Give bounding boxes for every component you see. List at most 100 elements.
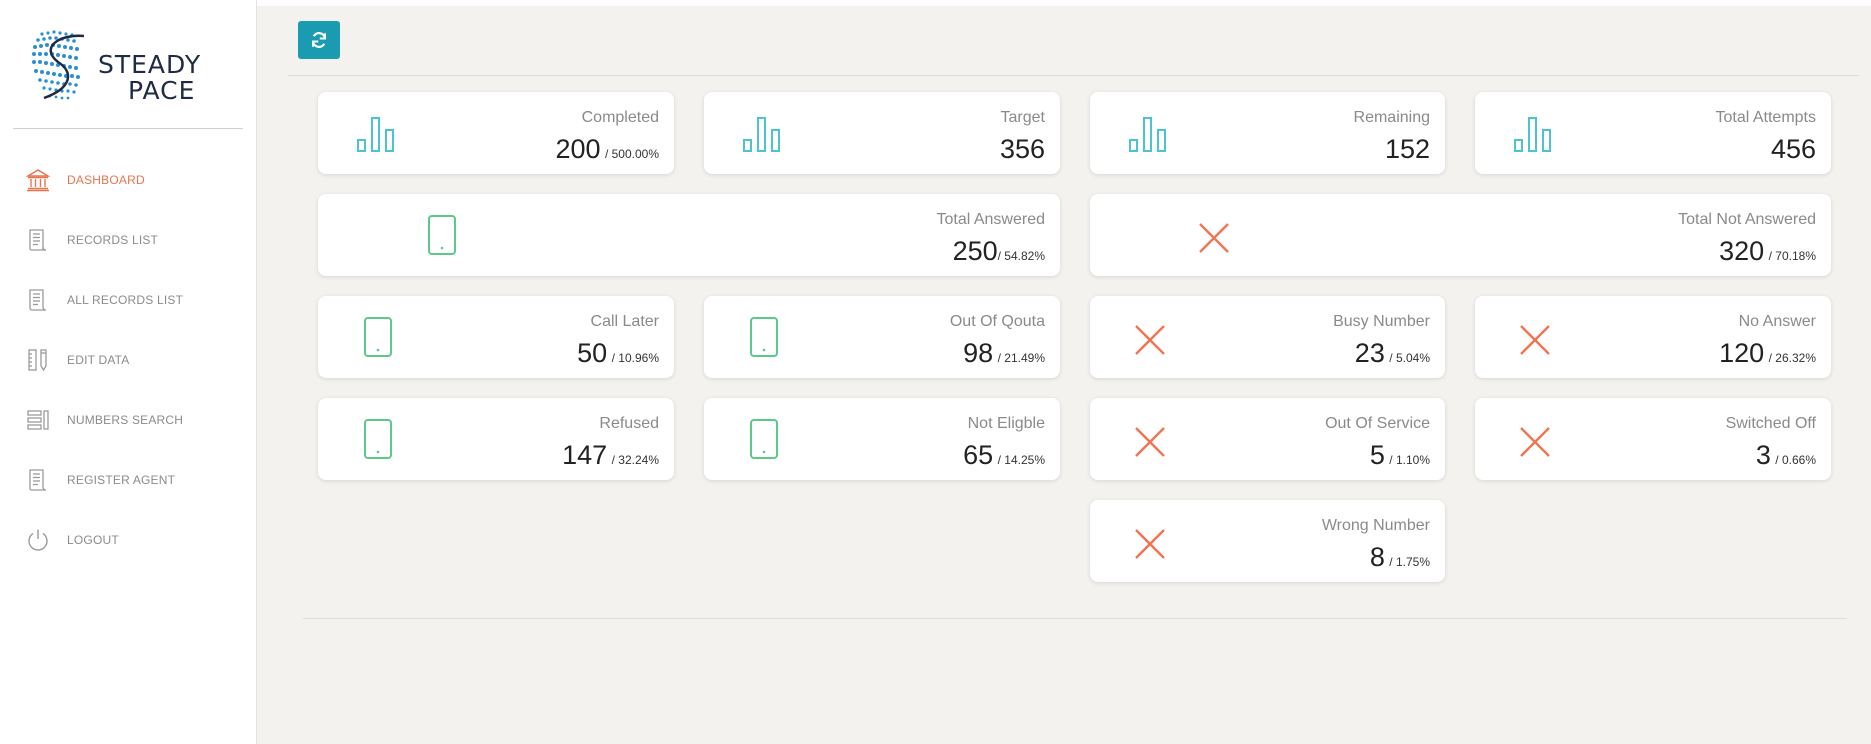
stat-title: Switched Off	[1725, 415, 1816, 432]
stat-value: 152	[1384, 134, 1430, 164]
stat-card-completed: Completed 200 / 500.00%	[318, 92, 674, 174]
stat-card-call-later: Call Later 50 / 10.96%	[318, 296, 674, 378]
close-x-icon	[1135, 325, 1165, 355]
close-x-icon	[1135, 529, 1165, 559]
stat-percent: / 10.96%	[611, 351, 659, 365]
document-icon	[25, 227, 51, 253]
stat-value: 3	[1755, 440, 1771, 470]
sidebar-item-label: NUMBERS SEARCH	[67, 413, 184, 427]
bank-icon	[25, 167, 51, 193]
stat-value-row: 98 / 21.49%	[963, 338, 1045, 369]
sidebar-item-label: LOGOUT	[67, 533, 119, 547]
stat-card-switched-off: Switched Off 3 / 0.66%	[1475, 398, 1831, 480]
stat-title: Total Attempts	[1715, 109, 1817, 126]
stat-value-row: 250/ 54.82%	[953, 236, 1045, 267]
sidebar-item-dashboard[interactable]: DASHBOARD	[0, 150, 257, 210]
brand-name: STEADY PACE	[98, 52, 201, 104]
stat-percent: / 5.04%	[1389, 351, 1430, 365]
phone-icon	[428, 215, 456, 255]
bar-chart-icon	[1514, 117, 1551, 152]
stat-value-row: 65 / 14.25%	[963, 440, 1045, 471]
sidebar-divider	[13, 128, 243, 129]
stat-percent: / 1.10%	[1389, 453, 1430, 467]
stat-value-row: 147 / 32.24%	[562, 440, 659, 471]
stat-value-row: 50 / 10.96%	[577, 338, 659, 369]
phone-icon	[750, 419, 778, 459]
stat-value: 8	[1369, 542, 1385, 572]
stat-card-busy-number: Busy Number 23 / 5.04%	[1090, 296, 1445, 378]
stat-title: Out Of Service	[1325, 415, 1430, 432]
sidebar-item-label: RECORDS LIST	[67, 233, 159, 247]
stat-title: Refused	[599, 415, 659, 432]
sidebar-item-numbers-search[interactable]: NUMBERS SEARCH	[0, 390, 257, 450]
stat-card-total-attempts: Total Attempts 456	[1475, 92, 1831, 174]
top-bar	[257, 0, 1871, 6]
stat-title: Target	[1000, 109, 1045, 126]
stat-title: Remaining	[1353, 109, 1430, 126]
stat-card-total-answered: Total Answered 250/ 54.82%	[318, 194, 1060, 276]
stat-value: 65	[963, 440, 994, 470]
stat-value: 147	[562, 440, 608, 470]
stat-card-remaining: Remaining 152	[1090, 92, 1445, 174]
stat-card-no-answer: No Answer 120 / 26.32%	[1475, 296, 1831, 378]
header-divider	[288, 75, 1859, 76]
stat-title: Total Not Answered	[1678, 211, 1816, 228]
stat-value-row: 456	[1771, 134, 1816, 165]
sidebar-item-label: DASHBOARD	[67, 173, 145, 187]
stat-card-target: Target 356	[704, 92, 1060, 174]
stat-value: 200	[555, 134, 601, 164]
bar-chart-icon	[1129, 117, 1166, 152]
stat-title: No Answer	[1738, 313, 1816, 330]
sidebar-item-edit-data[interactable]: EDIT DATA	[0, 330, 257, 390]
stat-value: 23	[1354, 338, 1385, 368]
power-icon	[25, 527, 51, 553]
stat-title: Completed	[581, 109, 659, 126]
sidebar: STEADY PACE DASHBOARD RECORDS LIST ALL R…	[0, 0, 257, 744]
stat-title: Total Answered	[936, 211, 1045, 228]
phone-icon	[364, 317, 392, 357]
stat-percent: / 32.24%	[611, 453, 659, 467]
globe-logo-icon	[32, 30, 85, 100]
sidebar-item-all-records-list[interactable]: ALL RECORDS LIST	[0, 270, 257, 330]
close-x-icon	[1199, 223, 1229, 253]
refresh-button[interactable]	[298, 21, 340, 59]
stat-value: 356	[999, 134, 1045, 164]
stat-value-row: 120 / 26.32%	[1719, 338, 1816, 369]
stat-value: 98	[963, 338, 994, 368]
close-x-icon	[1520, 325, 1550, 355]
stat-value-row: 320 / 70.18%	[1719, 236, 1816, 267]
stat-card-out-of-service: Out Of Service 5 / 1.10%	[1090, 398, 1445, 480]
sidebar-item-label: ALL RECORDS LIST	[67, 293, 184, 307]
brand-line-2: PACE	[128, 76, 196, 105]
stat-card-not-eligble: Not Eligble 65 / 14.25%	[704, 398, 1060, 480]
sidebar-item-label: EDIT DATA	[67, 353, 130, 367]
stat-percent: / 1.75%	[1389, 555, 1430, 569]
stat-percent: / 26.32%	[1768, 351, 1816, 365]
sidebar-item-logout[interactable]: LOGOUT	[0, 510, 257, 570]
stat-value-row: 152	[1385, 134, 1430, 165]
phone-icon	[364, 419, 392, 459]
bar-chart-icon	[743, 117, 780, 152]
stat-card-wrong-number: Wrong Number 8 / 1.75%	[1090, 500, 1445, 582]
stat-title: Call Later	[590, 313, 659, 330]
stat-title: Not Eligble	[967, 415, 1045, 432]
stat-value-row: 8 / 1.75%	[1370, 542, 1430, 573]
brand-logo[interactable]: STEADY PACE	[28, 26, 238, 108]
phone-icon	[750, 317, 778, 357]
sidebar-item-register-agent[interactable]: REGISTER AGENT	[0, 450, 257, 510]
bar-chart-icon	[357, 117, 394, 152]
stat-percent: / 500.00%	[604, 147, 659, 161]
stat-value: 456	[1770, 134, 1816, 164]
stat-value-row: 23 / 5.04%	[1355, 338, 1430, 369]
stat-value: 320	[1719, 236, 1765, 266]
stat-value-row: 200 / 500.00%	[555, 134, 659, 165]
stat-title: Wrong Number	[1321, 517, 1430, 534]
stat-card-total-not-answered: Total Not Answered 320 / 70.18%	[1090, 194, 1831, 276]
document-icon	[25, 467, 51, 493]
document-icon	[25, 287, 51, 313]
stat-card-out-of-qouta: Out Of Qouta 98 / 21.49%	[704, 296, 1060, 378]
ruler-pencil-icon	[25, 347, 51, 373]
sidebar-item-records-list[interactable]: RECORDS LIST	[0, 210, 257, 270]
stat-percent: / 70.18%	[1768, 249, 1816, 263]
stat-percent: / 0.66%	[1775, 453, 1816, 467]
